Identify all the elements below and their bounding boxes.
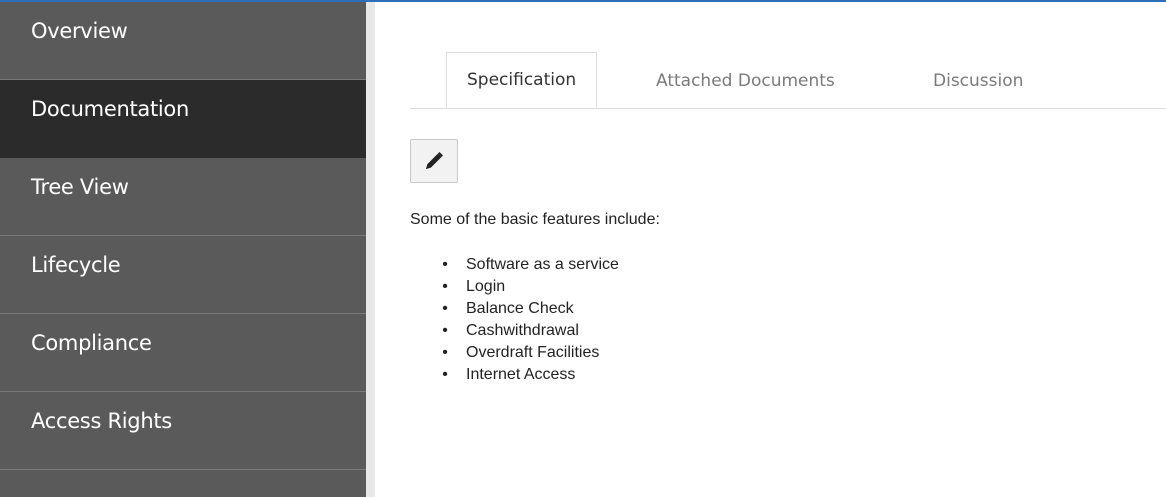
sidebar-nav: Overview Documentation Tree View Lifecyc… <box>0 2 366 497</box>
sidebar-item-label: Documentation <box>31 97 189 121</box>
sidebar-item-overview[interactable]: Overview <box>0 2 366 80</box>
list-item-text: Login <box>466 278 506 295</box>
intro-text: Some of the basic features include: <box>410 211 660 228</box>
sidebar-item-compliance[interactable]: Compliance <box>0 314 366 392</box>
list-item: • Login <box>442 276 619 298</box>
sidebar-item-label: Overview <box>31 19 128 43</box>
bullet-icon: • <box>442 278 448 295</box>
list-item: • Software as a service <box>442 254 619 276</box>
sidebar-item-label: Compliance <box>31 331 152 355</box>
list-item-text: Balance Check <box>466 300 574 317</box>
list-item: • Overdraft Facilities <box>442 342 619 364</box>
bullet-icon: • <box>442 300 448 317</box>
sidebar-item-label: Lifecycle <box>31 253 121 277</box>
feature-list: • Software as a service • Login • Balance C… <box>410 254 619 386</box>
bullet-icon: • <box>442 344 448 361</box>
tab-bar: Specification Attached Documents Discuss… <box>410 52 1166 109</box>
list-item-text: Cashwithdrawal <box>466 322 579 339</box>
pencil-icon <box>426 152 443 169</box>
bullet-icon: • <box>442 256 448 273</box>
list-item: • Cashwithdrawal <box>442 320 619 342</box>
bullet-icon: • <box>442 322 448 339</box>
sidebar-item-tree-view[interactable]: Tree View <box>0 158 366 236</box>
list-item-text: Overdraft Facilities <box>466 344 600 361</box>
list-item: • Balance Check <box>442 298 619 320</box>
sidebar-item-access-rights[interactable]: Access Rights <box>0 392 366 470</box>
list-item-text: Internet Access <box>466 366 576 383</box>
main-content: Specification Attached Documents Discuss… <box>375 2 1166 497</box>
sidebar-item-lifecycle[interactable]: Lifecycle <box>0 236 366 314</box>
sidebar-item-documentation[interactable]: Documentation <box>0 80 366 158</box>
tab-attached-documents[interactable]: Attached Documents <box>656 52 835 108</box>
sidebar-item-label: Access Rights <box>31 409 172 433</box>
sidebar-item-label: Tree View <box>31 175 129 199</box>
bullet-icon: • <box>442 366 448 383</box>
tab-discussion[interactable]: Discussion <box>933 52 1023 108</box>
list-item-text: Software as a service <box>466 256 619 273</box>
list-item: • Internet Access <box>442 364 619 386</box>
tab-specification[interactable]: Specification <box>446 52 598 108</box>
panel-divider <box>366 2 375 497</box>
edit-button[interactable] <box>410 139 458 183</box>
